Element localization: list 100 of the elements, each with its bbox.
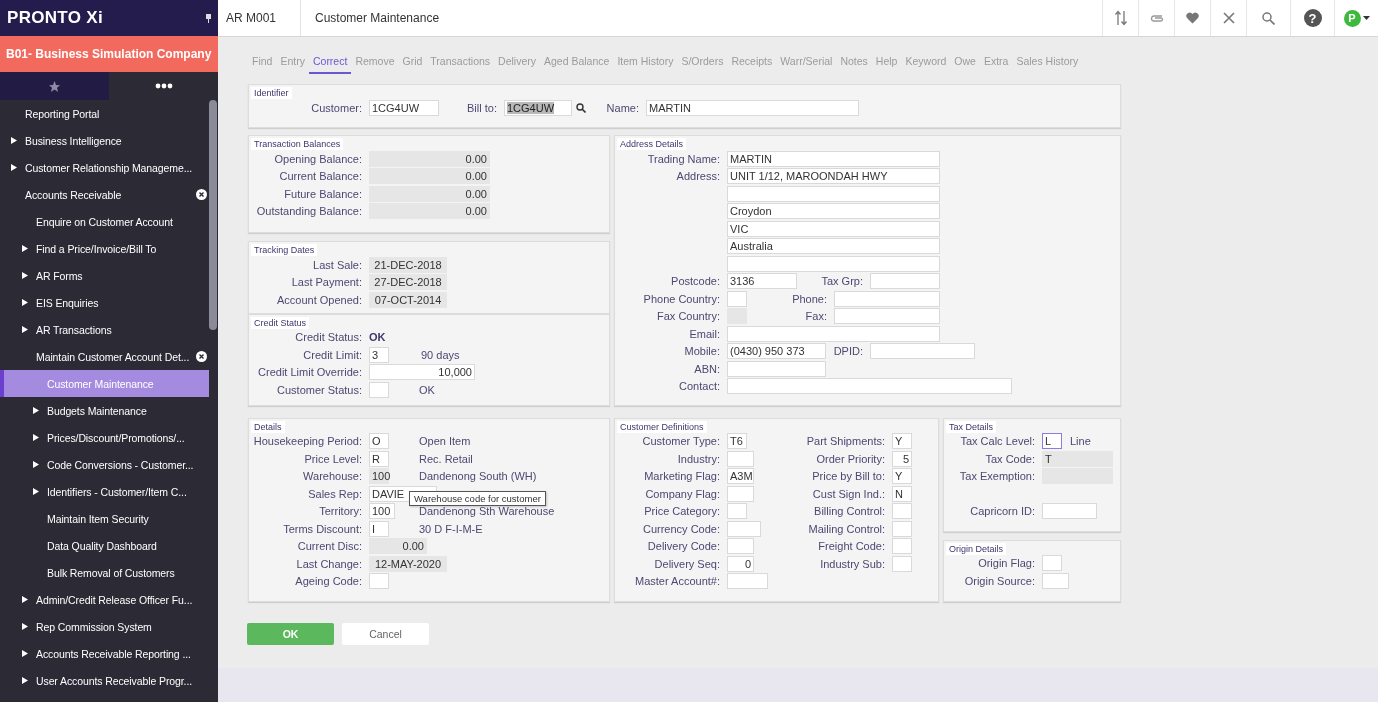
field-note: Dandenong South (WH) <box>419 470 537 483</box>
caret-icon <box>22 677 28 684</box>
input-field[interactable]: 5 <box>892 450 912 467</box>
caret-icon[interactable] <box>1362 16 1370 20</box>
menu-item[interactable]: Identifiers - Customer/Item C... <box>0 478 209 505</box>
input-field[interactable] <box>892 503 912 520</box>
input-field[interactable]: Y <box>892 468 912 485</box>
field-label: Industry Sub: <box>819 557 885 570</box>
paperclip-icon[interactable] <box>1149 13 1164 23</box>
input-field[interactable]: (0430) 950 373 <box>727 343 826 360</box>
input-field[interactable] <box>870 273 940 290</box>
input-field[interactable] <box>727 255 940 272</box>
input-field[interactable]: I <box>369 520 389 537</box>
input-field[interactable] <box>727 485 754 502</box>
menu-item[interactable]: Admin/Credit Release Officer Fu... <box>0 586 209 613</box>
input-field[interactable] <box>1042 572 1069 589</box>
menu-item[interactable]: Prices/Discount/Promotions/... <box>0 424 209 451</box>
input-field[interactable]: 1CG4UW <box>369 99 439 116</box>
field-label: Origin Source: <box>963 574 1035 587</box>
close-icon[interactable] <box>196 189 207 200</box>
close-icon[interactable] <box>196 351 207 362</box>
input-field[interactable]: 100 <box>369 503 395 520</box>
menu-item[interactable]: Business Intelligence <box>0 127 209 154</box>
input-field[interactable]: 0 <box>727 555 754 572</box>
input-field[interactable]: UNIT 1/12, MAROONDAH HWY <box>727 168 940 185</box>
menu-item[interactable]: Enquire on Customer Account <box>0 208 209 235</box>
input-field[interactable] <box>727 538 754 555</box>
menu-item[interactable]: Rep Commission System <box>0 613 209 640</box>
input-field[interactable] <box>727 450 754 467</box>
input-field[interactable]: O <box>369 433 389 450</box>
input-field[interactable]: N <box>892 485 912 502</box>
field-label: Fax Country: <box>656 310 720 323</box>
field-note: OK <box>419 383 435 396</box>
field-label: Industry: <box>676 452 720 465</box>
menu-item[interactable]: Budgets Maintenance <box>0 397 209 424</box>
input-field[interactable] <box>727 520 761 537</box>
input-field[interactable] <box>870 343 975 360</box>
input-field[interactable]: MARTIN <box>646 99 859 116</box>
search-icon[interactable] <box>576 102 586 113</box>
input-field[interactable] <box>727 360 826 377</box>
input-field[interactable]: 3136 <box>727 273 797 290</box>
input-field[interactable] <box>892 538 912 555</box>
readonly-field: 0.00 <box>369 168 490 185</box>
menu-item[interactable]: Customer Relationship Manageme... <box>0 154 209 181</box>
input-field[interactable]: Croydon <box>727 203 940 220</box>
scrollbar-thumb[interactable] <box>209 100 217 330</box>
input-field[interactable] <box>727 378 1012 395</box>
field-label: Future Balance: <box>283 187 362 200</box>
menu-item[interactable]: Maintain Item Security <box>0 505 209 532</box>
input-field[interactable] <box>1042 555 1062 572</box>
field-label: Delivery Code: <box>646 540 720 553</box>
field-value: OK <box>369 331 386 344</box>
input-field[interactable] <box>727 325 940 342</box>
caret-icon <box>33 434 39 441</box>
menu-item[interactable]: Accounts Receivable Reporting ... <box>0 640 209 667</box>
input-field[interactable] <box>369 573 389 590</box>
input-field[interactable] <box>892 520 912 537</box>
menu-item[interactable]: EIS Enquiries <box>0 289 209 316</box>
field-note: 90 days <box>421 348 460 361</box>
input-field[interactable] <box>892 555 912 572</box>
help-button[interactable]: ? <box>1303 9 1322 27</box>
cancel-button[interactable]: Cancel <box>342 622 429 645</box>
menu-item[interactable]: AR Forms <box>0 262 209 289</box>
input-field[interactable]: VIC <box>727 220 940 237</box>
menu-item[interactable]: Reporting Portal <box>0 100 209 127</box>
menu-item[interactable]: Bulk Removal of Customers <box>0 559 209 586</box>
menu-item[interactable]: Accounts Receivable <box>0 181 209 208</box>
sort-arrows-icon[interactable] <box>1114 10 1127 26</box>
field-label: Opening Balance: <box>273 152 362 165</box>
menu-item[interactable]: Data Quality Dashboard <box>0 532 209 559</box>
input-field[interactable]: 3 <box>369 346 389 363</box>
input-field[interactable]: Australia <box>727 238 940 255</box>
input-field[interactable] <box>727 290 747 307</box>
tab[interactable]: Correct <box>308 55 352 74</box>
menu-item[interactable]: Find a Price/Invoice/Bill To <box>0 235 209 262</box>
input-field[interactable] <box>834 290 940 307</box>
input-field[interactable] <box>834 308 940 325</box>
menu-item[interactable]: Code Conversions - Customer... <box>0 451 209 478</box>
field-label: Order Priority: <box>815 452 885 465</box>
field-label: Delivery Seq: <box>653 557 720 570</box>
pin-icon[interactable] <box>205 13 212 23</box>
heart-icon[interactable] <box>1186 12 1199 24</box>
input-field[interactable] <box>727 503 747 520</box>
input-field[interactable]: T6 <box>727 433 747 450</box>
menu-item[interactable]: Maintain Customer Account Det... <box>0 343 209 370</box>
input-field[interactable]: MARTIN <box>727 150 940 167</box>
menu-item[interactable]: User Accounts Receivable Progr... <box>0 667 209 694</box>
input-field[interactable]: L <box>1042 433 1062 450</box>
menu-item[interactable]: AR Transactions <box>0 316 209 343</box>
input-field[interactable]: 1CG4UW <box>504 99 572 116</box>
input-field[interactable]: 10,000 <box>369 364 475 381</box>
readonly-field: 0.00 <box>369 203 490 220</box>
input-field[interactable]: A3M <box>727 468 754 485</box>
input-field[interactable] <box>369 381 389 398</box>
input-field[interactable] <box>1042 502 1097 519</box>
input-field[interactable] <box>727 573 768 590</box>
input-field[interactable]: R <box>369 450 389 467</box>
input-field[interactable]: Y <box>892 433 912 450</box>
field-label: Mailing Control: <box>807 522 885 535</box>
input-field[interactable] <box>727 185 940 202</box>
